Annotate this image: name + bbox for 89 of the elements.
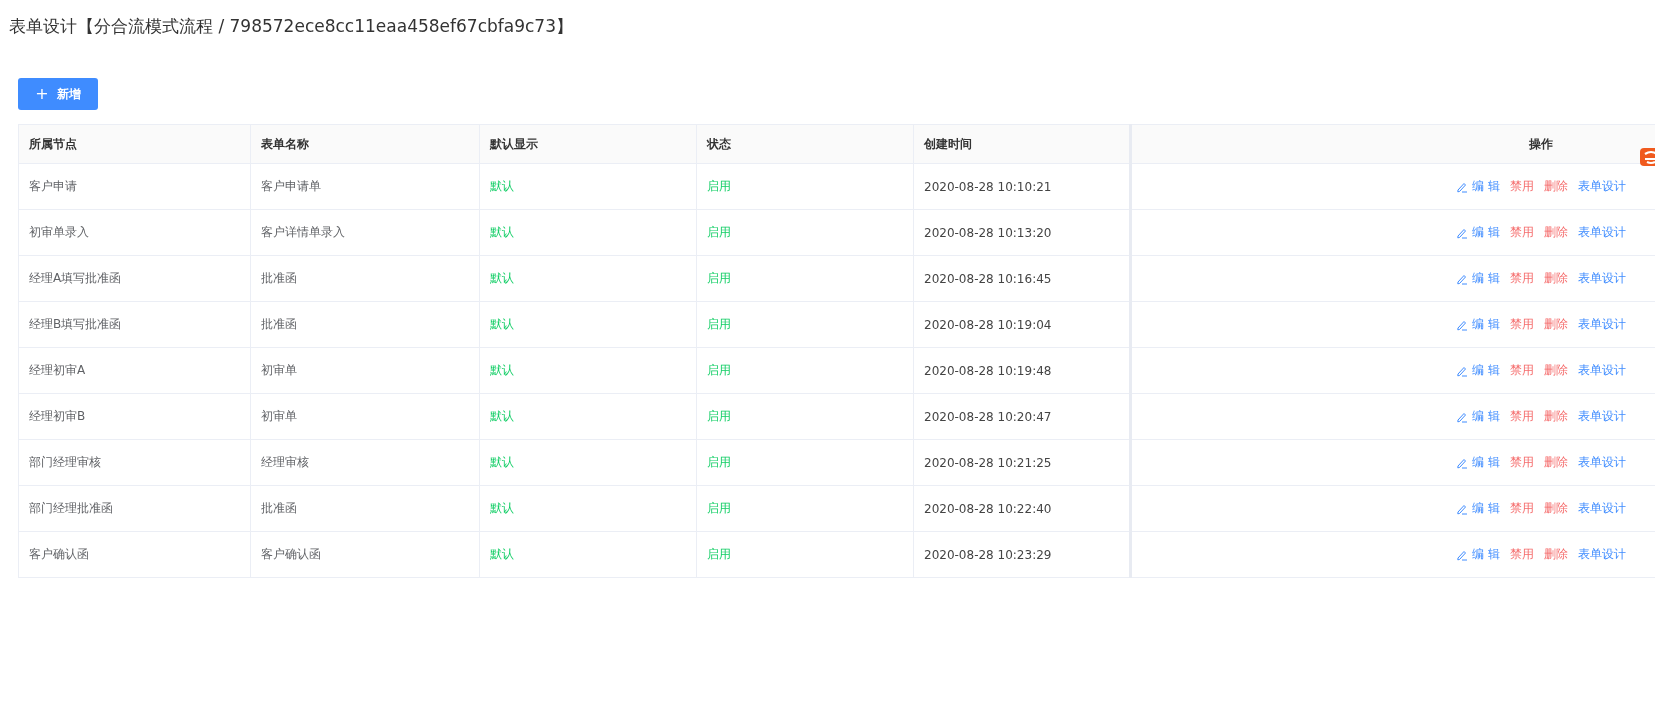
action-link[interactable]: 禁用: [1509, 178, 1534, 195]
design-link[interactable]: 表单设计: [1577, 224, 1626, 241]
table-cell: 客户申请单: [250, 163, 480, 210]
table-cell: 默认: [479, 209, 697, 256]
pencil-icon[interactable]: [1456, 226, 1469, 239]
action-link[interactable]: 禁用: [1509, 362, 1534, 379]
page-title: 表单设计【分合流模式流程 / 798572ece8cc11eaa458ef67cbfa9c73】: [9, 15, 574, 38]
design-link[interactable]: 表单设计: [1577, 362, 1626, 379]
edit-link[interactable]: 编 辑: [1472, 362, 1500, 379]
column-header: 所属节点: [18, 124, 251, 164]
pencil-icon[interactable]: [1456, 180, 1469, 193]
table-cell: 启用: [696, 485, 914, 532]
table-cell: 经理审核: [250, 439, 480, 486]
table-cell: 部门经理审核: [18, 439, 251, 486]
edit-link[interactable]: 编 辑: [1472, 224, 1500, 241]
table-cell: 经理初审B: [18, 393, 251, 440]
column-header: 状态: [696, 124, 914, 164]
table-cell: 启用: [696, 301, 914, 348]
design-link[interactable]: 表单设计: [1577, 408, 1626, 425]
table-cell: 经理初审A: [18, 347, 251, 394]
table-cell: 默认: [479, 163, 697, 210]
table-cell: 启用: [696, 393, 914, 440]
pencil-icon[interactable]: [1456, 410, 1469, 423]
edit-link[interactable]: 编 辑: [1472, 316, 1500, 333]
design-link[interactable]: 表单设计: [1577, 178, 1626, 195]
table-cell: 初审单: [250, 347, 480, 394]
column-header: 默认显示: [479, 124, 697, 164]
pencil-icon[interactable]: [1456, 502, 1469, 515]
column-header: 表单名称: [250, 124, 480, 164]
action-link[interactable]: 删除: [1543, 178, 1568, 195]
table-cell: 默认: [479, 301, 697, 348]
design-link[interactable]: 表单设计: [1577, 270, 1626, 287]
design-link[interactable]: 表单设计: [1577, 500, 1626, 517]
table-cell: 批准函: [250, 485, 480, 532]
table-cell: 批准函: [250, 255, 480, 302]
action-link[interactable]: 禁用: [1509, 546, 1534, 563]
action-link[interactable]: 删除: [1543, 546, 1568, 563]
action-link[interactable]: 禁用: [1509, 454, 1534, 471]
action-link[interactable]: 禁用: [1509, 500, 1534, 517]
table-cell: 启用: [696, 531, 914, 578]
table-cell: 经理A填写批准函: [18, 255, 251, 302]
edit-link[interactable]: 编 辑: [1472, 546, 1500, 563]
pencil-icon[interactable]: [1456, 318, 1469, 331]
table-cell: 默认: [479, 393, 697, 440]
table-cell: 默认: [479, 347, 697, 394]
design-link[interactable]: 表单设计: [1577, 454, 1626, 471]
table-cell: 启用: [696, 209, 914, 256]
table-cell: 启用: [696, 347, 914, 394]
column-header: 创建时间: [913, 124, 1131, 164]
action-link[interactable]: 禁用: [1509, 316, 1534, 333]
table-cell: 初审单: [250, 393, 480, 440]
action-link[interactable]: 删除: [1543, 316, 1568, 333]
pencil-icon[interactable]: [1456, 548, 1469, 561]
table-cell: 批准函: [250, 301, 480, 348]
table-cell: 初审单录入: [18, 209, 251, 256]
edit-link[interactable]: 编 辑: [1472, 270, 1500, 287]
pencil-icon[interactable]: [1456, 364, 1469, 377]
table-cell: 默认: [479, 485, 697, 532]
table-cell: 部门经理批准函: [18, 485, 251, 532]
action-link[interactable]: 禁用: [1509, 224, 1534, 241]
design-link[interactable]: 表单设计: [1577, 316, 1626, 333]
edit-link[interactable]: 编 辑: [1472, 178, 1500, 195]
table-cell: 客户详情单录入: [250, 209, 480, 256]
action-link[interactable]: 删除: [1543, 500, 1568, 517]
table-cell: 启用: [696, 163, 914, 210]
table-cell: 默认: [479, 531, 697, 578]
table-cell: 客户申请: [18, 163, 251, 210]
table-cell: 启用: [696, 255, 914, 302]
action-link[interactable]: 删除: [1543, 408, 1568, 425]
table-cell: 客户确认函: [18, 531, 251, 578]
action-link[interactable]: 删除: [1543, 270, 1568, 287]
edit-link[interactable]: 编 辑: [1472, 500, 1500, 517]
design-link[interactable]: 表单设计: [1577, 546, 1626, 563]
edit-link[interactable]: 编 辑: [1472, 408, 1500, 425]
action-link[interactable]: 禁用: [1509, 270, 1534, 287]
add-button[interactable]: + 新增: [18, 78, 98, 110]
table-cell: 经理B填写批准函: [18, 301, 251, 348]
action-link[interactable]: 删除: [1543, 454, 1568, 471]
action-link[interactable]: 删除: [1543, 224, 1568, 241]
action-link[interactable]: 删除: [1543, 362, 1568, 379]
table-cell: 启用: [696, 439, 914, 486]
table-cell: 客户确认函: [250, 531, 480, 578]
edit-link[interactable]: 编 辑: [1472, 454, 1500, 471]
pencil-icon[interactable]: [1456, 272, 1469, 285]
pencil-icon[interactable]: [1456, 456, 1469, 469]
column-header: 操作: [1130, 124, 1655, 164]
table-cell: 默认: [479, 439, 697, 486]
table-cell: 默认: [479, 255, 697, 302]
action-link[interactable]: 禁用: [1509, 408, 1534, 425]
